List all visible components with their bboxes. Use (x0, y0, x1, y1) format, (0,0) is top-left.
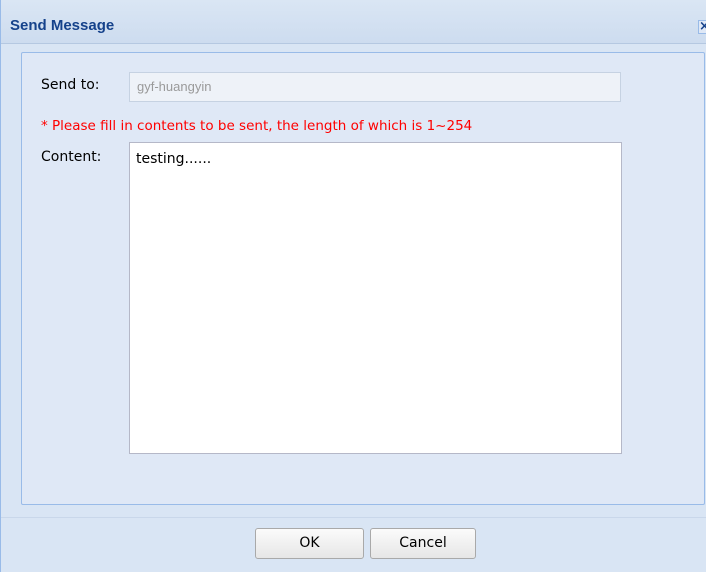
send-to-field: gyf-huangyin (129, 72, 621, 102)
dialog-titlebar[interactable]: Send Message × (1, 0, 706, 44)
ok-button[interactable]: OK (255, 528, 364, 559)
content-length-hint: * Please fill in contents to be sent, th… (41, 118, 473, 134)
dialog-title: Send Message (10, 17, 115, 34)
send-to-label: Send to: (41, 77, 100, 93)
footer-divider (1, 517, 706, 518)
content-textarea[interactable]: testing...... (129, 142, 622, 454)
content-label: Content: (41, 149, 102, 165)
cancel-button[interactable]: Cancel (370, 528, 476, 559)
send-message-dialog: Send Message × Send to: gyf-huangyin * P… (0, 0, 706, 572)
close-icon[interactable]: × (698, 20, 706, 34)
